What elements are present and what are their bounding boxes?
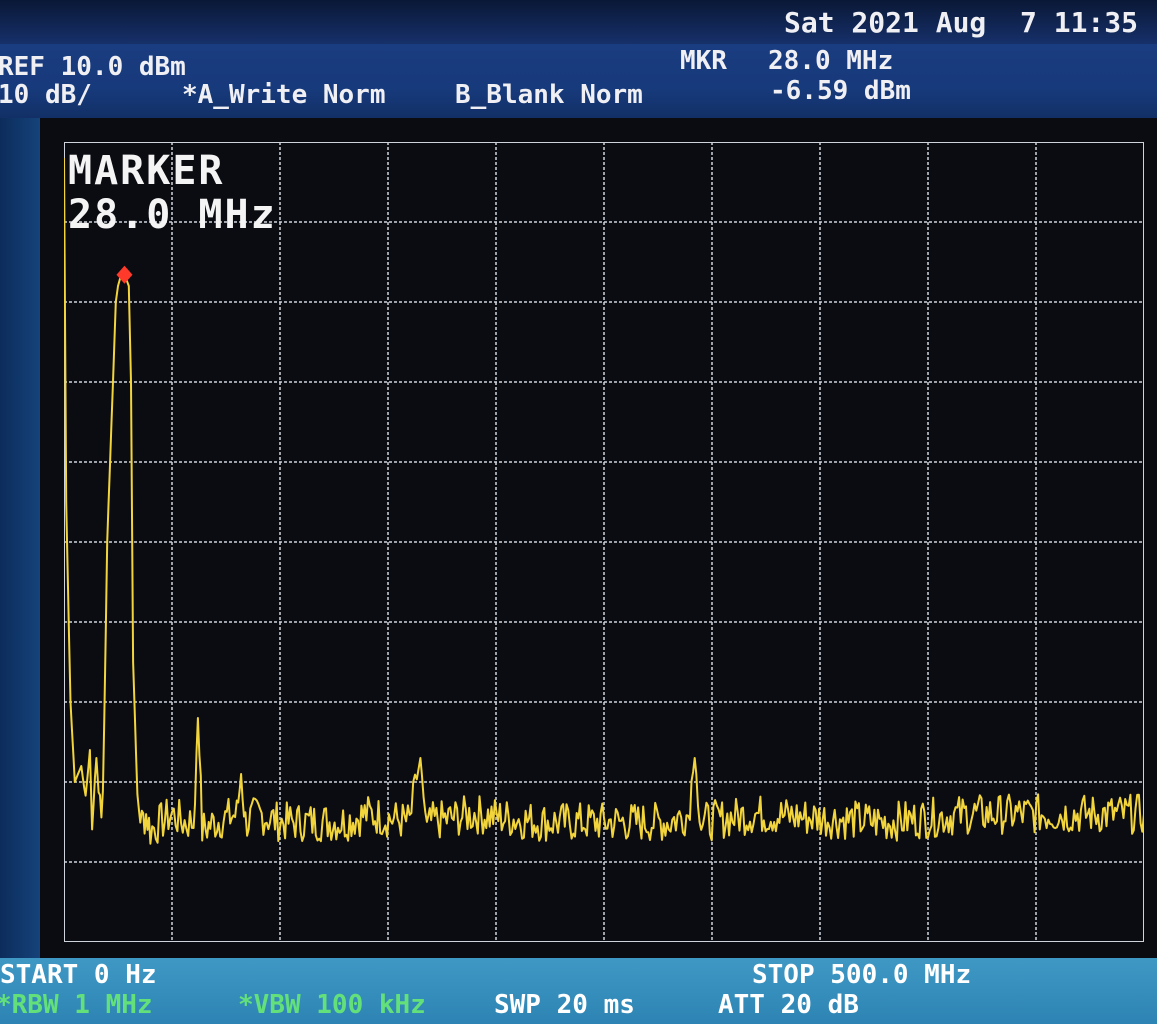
date-time: Sat 2021 Aug 7 11:35 — [784, 6, 1139, 39]
vertical-scale: 10 dB/ — [0, 80, 92, 110]
video-bandwidth: *VBW 100 kHz — [238, 990, 426, 1020]
start-frequency: START 0 Hz — [0, 960, 157, 990]
stop-frequency: STOP 500.0 MHz — [752, 960, 972, 990]
trace-b-mode: B_Blank Norm — [455, 80, 643, 110]
marker-label: MKR — [680, 46, 727, 76]
sweep-time: SWP 20 ms — [494, 990, 635, 1020]
trace-a — [64, 157, 1144, 845]
spectrum-plot — [64, 142, 1144, 942]
resolution-bandwidth: *RBW 1 MHz — [0, 990, 153, 1020]
marker-frequency-readout: 28.0 MHz — [768, 46, 894, 76]
marker-annotation-frequency: 28.0 MHz — [68, 192, 277, 238]
marker-annotation-title: MARKER — [68, 148, 225, 194]
input-attenuation: ATT 20 dB — [718, 990, 859, 1020]
bezel-left — [0, 118, 40, 960]
trace-a-mode: *A_Write Norm — [182, 80, 386, 110]
marker-level-readout: -6.59 dBm — [770, 76, 911, 106]
reference-level: REF 10.0 dBm — [0, 52, 186, 82]
